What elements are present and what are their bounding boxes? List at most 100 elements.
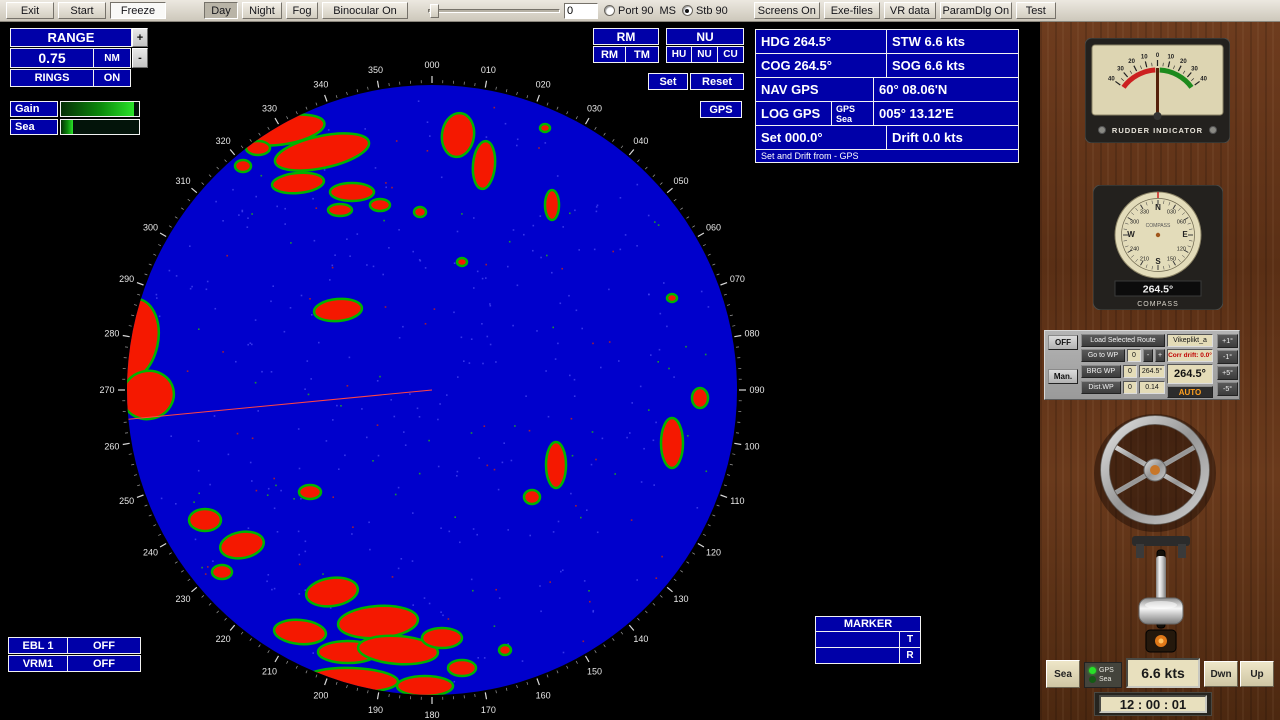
range-title: RANGE — [10, 28, 132, 47]
exit-button[interactable]: Exit — [6, 2, 54, 19]
set-button[interactable]: Set — [648, 73, 688, 90]
slider-thumb[interactable] — [430, 4, 439, 18]
compass-pivot — [1156, 233, 1160, 237]
param-dlg-button[interactable]: ParamDlg On — [940, 2, 1012, 19]
svg-text:N: N — [1155, 203, 1161, 212]
dist-wp-value: 0.14 — [1139, 381, 1165, 394]
rm-button[interactable]: RM — [593, 46, 626, 63]
gps-button[interactable]: GPS — [700, 101, 742, 118]
hu-button[interactable]: HU — [666, 46, 692, 63]
bearing-label: 260 — [104, 441, 119, 451]
plus-5-button[interactable]: +5° — [1217, 366, 1238, 380]
gain-control: Gain — [10, 101, 140, 117]
port-90-radio[interactable]: Port 90 — [604, 5, 653, 17]
radar-echo — [448, 660, 476, 676]
nu-button[interactable]: NU — [691, 46, 718, 63]
wp-increment-button[interactable]: + — [1155, 349, 1165, 362]
compass-reading: 264.5° — [1143, 284, 1173, 296]
bearing-label: 170 — [481, 705, 496, 715]
day-button[interactable]: Day — [204, 2, 238, 19]
test-button[interactable]: Test — [1016, 2, 1056, 19]
sea-bar[interactable] — [60, 119, 140, 135]
bearing-label: 030 — [587, 104, 602, 114]
bearing-label: 230 — [176, 594, 191, 604]
gain-bar[interactable] — [60, 101, 140, 117]
svg-text:20: 20 — [1180, 59, 1187, 65]
night-button[interactable]: Night — [242, 2, 282, 19]
load-route-button[interactable]: Load Selected Route — [1081, 334, 1165, 347]
throttle-lever[interactable] — [1118, 536, 1204, 658]
marker-r-button[interactable]: R — [899, 647, 921, 664]
bearing-label: 190 — [368, 705, 383, 715]
marker-t-button[interactable]: T — [899, 631, 921, 648]
view-slider[interactable] — [428, 3, 560, 19]
plus-1-button[interactable]: +1° — [1217, 334, 1238, 348]
tm-button[interactable]: TM — [625, 46, 659, 63]
cu-button[interactable]: CU — [717, 46, 744, 63]
svg-text:40: 40 — [1200, 76, 1207, 82]
stb-90-radio[interactable]: Stb 90 — [682, 5, 728, 17]
range-value: 0.75 — [10, 48, 94, 68]
clock-frame: 12 : 00 : 01 — [1094, 692, 1212, 716]
nav-gps-label[interactable]: NAV GPS — [755, 77, 874, 102]
speed-display: 6.6 kts — [1126, 658, 1200, 688]
reset-button[interactable]: Reset — [690, 73, 744, 90]
bearing-label: 200 — [313, 690, 328, 700]
gain-label: Gain — [10, 101, 58, 117]
binocular-button[interactable]: Binocular On — [322, 2, 408, 19]
dist-wp-button[interactable]: Dist.WP — [1081, 381, 1121, 394]
radar-echo — [235, 160, 251, 172]
log-gps-label[interactable]: LOG GPS — [755, 101, 832, 126]
rudder-indicator: 40302010010203040 RUDDER INDICATOR — [1085, 38, 1230, 143]
brg-wp-button[interactable]: BRG WP — [1081, 365, 1121, 378]
freeze-button[interactable]: Freeze — [110, 2, 166, 19]
dist-wp-index: 0 — [1123, 381, 1137, 394]
start-button[interactable]: Start — [58, 2, 106, 19]
speed-up-button[interactable]: Up — [1240, 661, 1274, 687]
wp-decrement-button[interactable]: - — [1143, 349, 1153, 362]
range-decrease-button[interactable]: - — [132, 48, 148, 68]
auto-mode-indicator[interactable]: AUTO — [1167, 386, 1213, 398]
ships-wheel[interactable] — [1088, 408, 1222, 534]
svg-text:300: 300 — [1130, 220, 1139, 226]
range-increase-button[interactable]: + — [132, 28, 148, 47]
gps-sea-selector[interactable]: GPS Sea — [831, 101, 874, 126]
autopilot-off-button[interactable]: OFF — [1048, 335, 1078, 350]
compass-label: COMPASS — [1137, 301, 1179, 308]
radar-echo — [370, 199, 390, 211]
minus-5-button[interactable]: -5° — [1217, 382, 1238, 396]
minus-1-button[interactable]: -1° — [1217, 350, 1238, 364]
radar-echo — [457, 258, 467, 266]
fog-button[interactable]: Fog — [286, 2, 318, 19]
sea-fill — [61, 120, 73, 134]
port-90-label: Port 90 — [618, 5, 653, 17]
bearing-label: 300 — [143, 223, 158, 233]
bearing-label: 210 — [262, 666, 277, 676]
bearing-label: 050 — [673, 176, 688, 186]
vrm-toggle[interactable]: OFF — [67, 655, 141, 672]
autopilot-manual-button[interactable]: Man. — [1048, 369, 1078, 384]
port-90-radio-dot[interactable] — [604, 5, 615, 16]
exe-files-button[interactable]: Exe-files — [824, 2, 880, 19]
gps-led-icon — [1089, 667, 1096, 674]
screens-button[interactable]: Screens On — [754, 2, 820, 19]
rings-toggle[interactable]: ON — [93, 69, 131, 87]
bearing-label: 320 — [216, 136, 231, 146]
stb-90-radio-dot[interactable] — [682, 5, 693, 16]
vr-data-button[interactable]: VR data — [884, 2, 936, 19]
sea-mode-button[interactable]: Sea — [1046, 660, 1080, 688]
speed-down-button[interactable]: Dwn — [1204, 661, 1238, 687]
sog-value: SOG 6.6 kts — [886, 53, 1019, 78]
sea-led-label: Sea — [1099, 676, 1111, 683]
motion-mode-title: RM — [593, 28, 659, 45]
svg-text:30: 30 — [1191, 67, 1198, 73]
gps-sea-top: GPS — [836, 104, 855, 114]
bearing-label: 350 — [368, 65, 383, 75]
value-field[interactable] — [564, 3, 598, 19]
goto-wp-button[interactable]: Go to WP — [1081, 349, 1125, 362]
ebl-panel: EBL 1 OFF — [8, 637, 141, 654]
radar-echo — [330, 183, 374, 201]
autopilot-heading-display: 264.5° — [1167, 364, 1213, 384]
radar-echo — [546, 442, 566, 488]
ebl-toggle[interactable]: OFF — [67, 637, 141, 654]
